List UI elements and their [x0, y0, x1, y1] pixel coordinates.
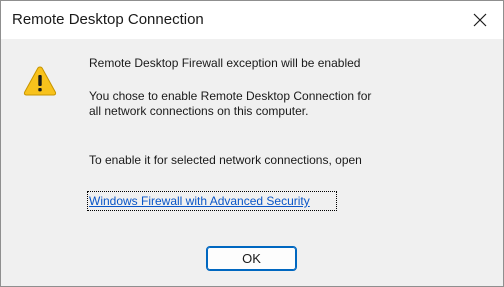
message-heading: Remote Desktop Firewall exception will b…: [89, 56, 361, 70]
message-instruction: To enable it for selected network connec…: [89, 153, 362, 167]
dialog-window: Remote Desktop Connection Remote Desktop…: [0, 0, 504, 287]
close-button[interactable]: [457, 1, 503, 39]
title-bar: Remote Desktop Connection: [1, 1, 503, 39]
message-body-line-2: all network connections on this computer…: [89, 104, 309, 118]
ok-button[interactable]: OK: [206, 246, 297, 271]
window-title: Remote Desktop Connection: [12, 11, 204, 28]
warning-icon: [23, 66, 57, 96]
firewall-advanced-security-link[interactable]: Windows Firewall with Advanced Security: [89, 193, 310, 210]
close-icon: [473, 13, 487, 27]
